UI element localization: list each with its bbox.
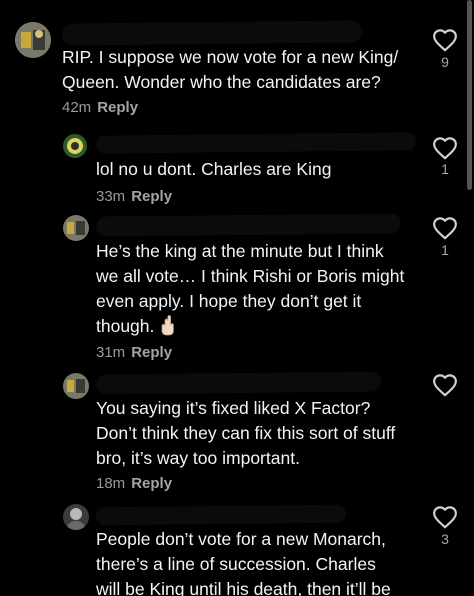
comment-text-line: Don’t think they can fix this sort of st…	[96, 423, 396, 443]
avatar[interactable]	[15, 22, 51, 58]
like-count: 3	[441, 531, 449, 547]
like-button[interactable]	[432, 28, 458, 54]
comment-text-line: though.	[96, 314, 426, 339]
comment-text-span: though.	[96, 316, 155, 336]
reply-button[interactable]: Reply	[131, 344, 172, 361]
avatar[interactable]	[63, 215, 89, 241]
like-button[interactable]	[432, 505, 458, 531]
comment-text-line: Queen. Wonder who the candidates are?	[62, 72, 381, 92]
comment-meta: 31m Reply	[96, 344, 172, 361]
redacted-username	[95, 132, 417, 154]
comment-text-line: there’s a line of succession. Charles	[96, 554, 376, 574]
like-count: 1	[441, 161, 449, 177]
comment-text: lol no u dont. Charles are King	[96, 157, 416, 182]
redacted-username	[61, 20, 363, 46]
reply-button[interactable]: Reply	[131, 475, 172, 492]
avatar[interactable]	[63, 373, 89, 399]
avatar[interactable]	[63, 134, 87, 158]
like-count: 1	[441, 242, 449, 258]
heart-outline-icon	[433, 506, 457, 529]
comment-text: You saying it’s fixed liked X Factor? Do…	[96, 396, 426, 471]
comment-item: People don’t vote for a new Monarch, the…	[0, 500, 474, 596]
comment-item: lol no u dont. Charles are King 33m Reply…	[0, 125, 474, 210]
heart-outline-icon	[433, 374, 457, 397]
comment-meta: 33m Reply	[96, 188, 172, 205]
comment-time: 33m	[96, 188, 126, 205]
redacted-username	[95, 504, 347, 526]
comment-text: He’s the king at the minute but I think …	[96, 239, 426, 339]
redacted-username	[95, 213, 402, 237]
comment-meta: 42m Reply	[62, 99, 138, 116]
comment-text-line: He’s the king at the minute but I think	[96, 241, 384, 261]
like-button[interactable]	[432, 373, 458, 399]
reply-button[interactable]: Reply	[97, 99, 138, 116]
comment-item: He’s the king at the minute but I think …	[0, 210, 474, 370]
comment-text-line: You saying it’s fixed liked X Factor?	[96, 398, 371, 418]
comment-text-line: lol no u dont. Charles are King	[96, 159, 332, 179]
comment-time: 18m	[96, 475, 126, 492]
comment-time: 42m	[62, 99, 92, 116]
comment-text-line: bro, it’s way too important.	[96, 448, 300, 468]
scrollbar[interactable]	[467, 0, 472, 190]
reply-button[interactable]: Reply	[131, 188, 172, 205]
comment-meta: 18m Reply	[96, 475, 172, 492]
like-button[interactable]	[432, 136, 458, 162]
heart-outline-icon	[433, 29, 457, 52]
like-button[interactable]	[432, 216, 458, 242]
crossed-fingers-emoji	[161, 315, 175, 336]
comment-item: You saying it’s fixed liked X Factor? Do…	[0, 370, 474, 500]
comment-text-line: will be King until his death, then it’ll…	[96, 579, 391, 596]
heart-outline-icon	[433, 137, 457, 160]
comment-text-line: RIP. I suppose we now vote for a new Kin…	[62, 47, 399, 67]
avatar[interactable]	[63, 504, 89, 530]
heart-outline-icon	[433, 217, 457, 240]
like-count: 9	[441, 54, 449, 70]
comment-text-line: we all vote… I think Rishi or Boris migh…	[96, 266, 405, 286]
comment-item: RIP. I suppose we now vote for a new Kin…	[0, 0, 474, 125]
redacted-username	[95, 371, 382, 395]
comment-time: 31m	[96, 344, 126, 361]
comment-text: People don’t vote for a new Monarch, the…	[96, 527, 426, 596]
comment-text-line: even apply. I hope they don’t get it	[96, 291, 362, 311]
comment-text: RIP. I suppose we now vote for a new Kin…	[62, 45, 422, 95]
comment-text-line: People don’t vote for a new Monarch,	[96, 529, 386, 549]
